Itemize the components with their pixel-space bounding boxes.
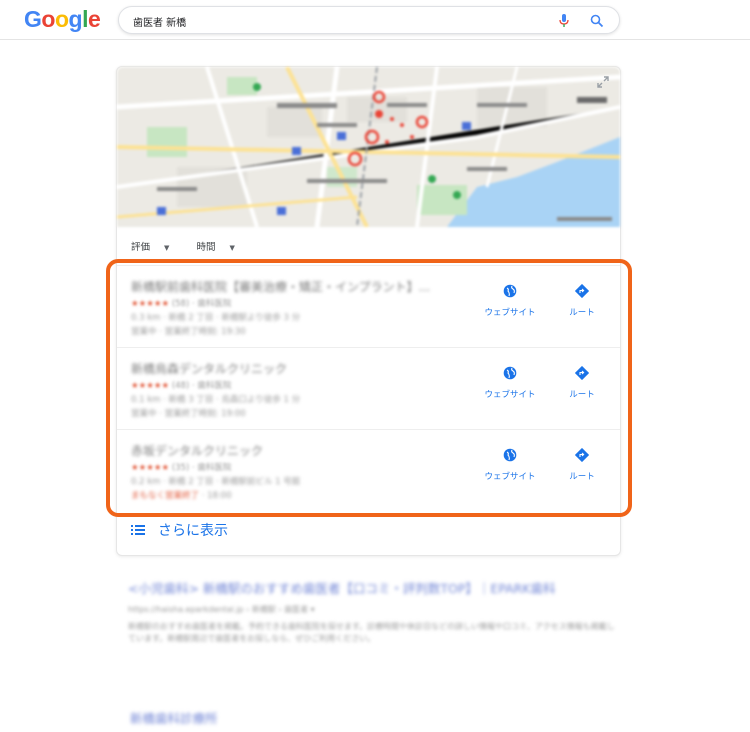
logo-letter: o: [54, 6, 69, 32]
route-label: ルート: [569, 472, 595, 482]
list-icon: [131, 525, 145, 535]
logo-letter: o: [41, 6, 55, 32]
rating-stars: ★★★★★: [131, 299, 170, 309]
route-label: ルート: [569, 308, 595, 318]
search-box[interactable]: [118, 6, 620, 34]
local-pack-card: 評価 ▼ 時間 ▼ 新橋駅前歯科医院【審美治療・矯正・インプラント】... ★★★★…: [116, 66, 621, 556]
next-result-title-link[interactable]: 新橋歯科診療所: [130, 708, 218, 727]
search-input[interactable]: [133, 12, 533, 30]
result-title-link[interactable]: <小児歯科> 新橋駅のおすすめ歯医者【口コミ・評判数TOP】｜EPARK歯科: [128, 580, 618, 598]
website-label: ウェブサイト: [484, 390, 536, 400]
header-bar: Google: [0, 0, 750, 40]
more-label: さらに表示: [158, 523, 228, 539]
website-button[interactable]: ウェブサイト: [475, 366, 545, 400]
website-button[interactable]: ウェブサイト: [475, 448, 545, 482]
rating-line: ★★★★★ (48) · 歯科医院: [131, 379, 431, 391]
business-name[interactable]: 新橋駅前歯科医院【審美治療・矯正・インプラント】...: [131, 278, 481, 295]
website-label: ウェブサイト: [484, 472, 536, 482]
rating-info: (35) · 歯科医院: [171, 463, 232, 473]
website-button[interactable]: ウェブサイト: [475, 284, 545, 318]
local-result[interactable]: 新橋駅前歯科医院【審美治療・矯正・インプラント】... ★★★★★ (58) ·…: [117, 265, 620, 345]
hours-line: まもなく営業終了 · 18:00: [131, 489, 461, 501]
map-image[interactable]: [117, 67, 620, 227]
google-logo[interactable]: Google: [24, 6, 101, 33]
filter-rating[interactable]: 評価 ▼: [131, 242, 181, 253]
business-name[interactable]: 新橋烏森デンタルクリニック: [131, 360, 481, 377]
expand-icon[interactable]: [596, 75, 610, 89]
directions-icon: [575, 448, 589, 462]
address-line: 0.2 km · 新橋 2 丁目 · 新橋駅前ビル 1 号館: [131, 477, 301, 487]
hours-text: まもなく営業終了: [131, 491, 200, 501]
address-line: 0.1 km · 新橋 3 丁目 · 烏森口より徒歩 1 分: [131, 395, 301, 405]
mic-icon[interactable]: [557, 13, 571, 29]
result-url[interactable]: https://haisha.eparkdental.jp › 新橋駅 › 歯医…: [128, 604, 618, 615]
rating-info: (58) · 歯科医院: [171, 299, 232, 309]
hours-line: 営業中 · 営業終了時刻: 19:30: [131, 325, 461, 337]
search-icon[interactable]: [589, 13, 605, 29]
globe-icon: [503, 284, 517, 298]
rating-line: ★★★★★ (35) · 歯科医院: [131, 461, 431, 473]
filter-hours[interactable]: 時間 ▼: [196, 242, 246, 253]
rating-info: (48) · 歯科医院: [171, 381, 232, 391]
address-line: 0.3 km · 新橋 2 丁目 · 新橋駅より徒歩 3 分: [131, 313, 301, 323]
result-snippet: 新橋駅のおすすめ歯医者を掲載。予約できる歯科医院を探せます。診療時間や休診日など…: [128, 622, 615, 643]
local-result[interactable]: 赤坂デンタルクリニック ★★★★★ (35) · 歯科医院 0.2 km · 新…: [117, 429, 620, 509]
hours-detail: · 18:00: [201, 491, 232, 501]
route-button[interactable]: ルート: [547, 366, 617, 400]
route-button[interactable]: ルート: [547, 284, 617, 318]
organic-result: <小児歯科> 新橋駅のおすすめ歯医者【口コミ・評判数TOP】｜EPARK歯科 h…: [128, 580, 618, 645]
rating-stars: ★★★★★: [131, 463, 170, 473]
hours-text: 営業中 · 営業終了時刻: 19:30: [131, 327, 246, 337]
business-name[interactable]: 赤坂デンタルクリニック: [131, 442, 481, 459]
website-label: ウェブサイト: [484, 308, 536, 318]
rating-line: ★★★★★ (58) · 歯科医院: [131, 297, 431, 309]
filter-bar: 評価 ▼ 時間 ▼: [131, 239, 259, 255]
directions-icon: [575, 284, 589, 298]
hours-text: 営業中 · 営業終了時刻: 19:00: [131, 409, 246, 419]
route-label: ルート: [569, 390, 595, 400]
hours-line: 営業中 · 営業終了時刻: 19:00: [131, 407, 461, 419]
globe-icon: [503, 366, 517, 380]
directions-icon: [575, 366, 589, 380]
local-result[interactable]: 新橋烏森デンタルクリニック ★★★★★ (48) · 歯科医院 0.1 km ·…: [117, 347, 620, 427]
logo-letter: G: [24, 6, 42, 32]
route-button[interactable]: ルート: [547, 448, 617, 482]
logo-letter: e: [87, 6, 101, 32]
logo-letter: g: [68, 6, 83, 32]
globe-icon: [503, 448, 517, 462]
rating-stars: ★★★★★: [131, 381, 170, 391]
